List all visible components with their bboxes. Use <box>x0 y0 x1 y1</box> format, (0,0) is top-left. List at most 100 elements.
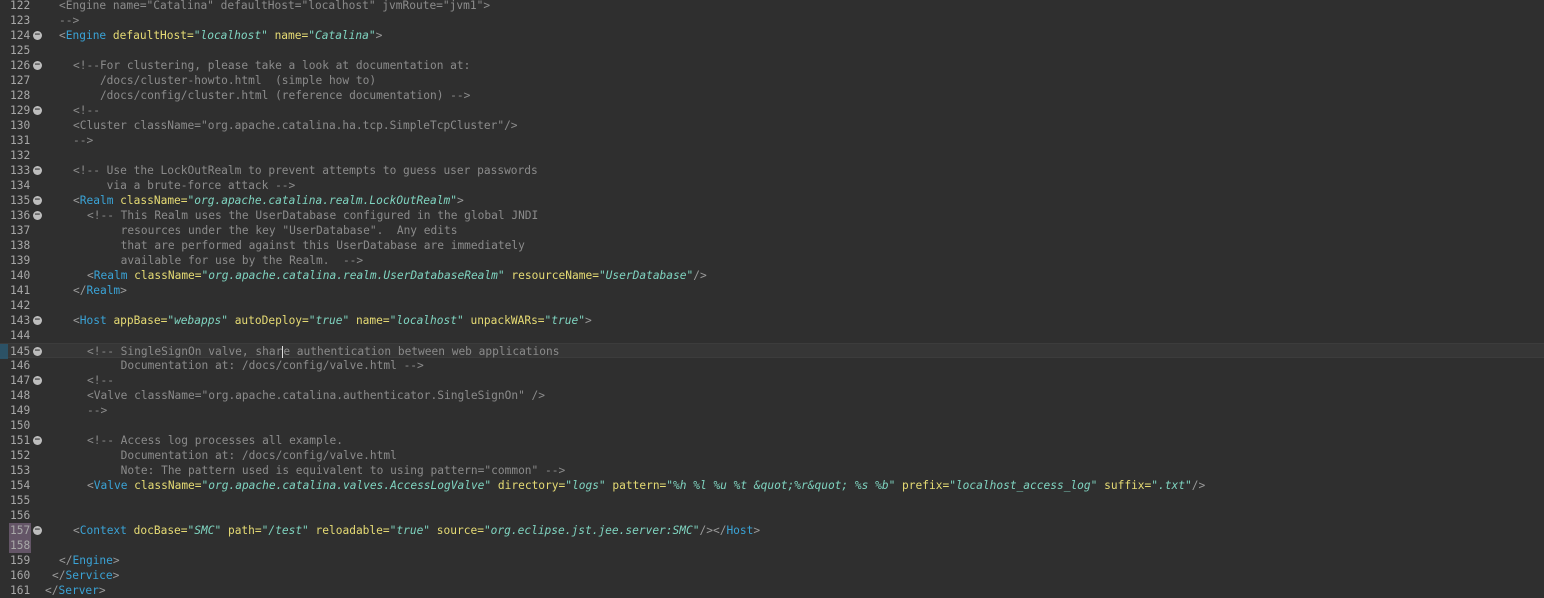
code-text[interactable]: --> <box>87 403 107 418</box>
code-line[interactable]: 130 <Cluster className="org.apache.catali… <box>0 118 1544 133</box>
code-line[interactable]: 157− <Context docBase="SMC" path="/test" … <box>0 523 1544 538</box>
fold-collapse-icon[interactable]: − <box>33 526 42 535</box>
code-line[interactable]: 161 </Server> <box>0 583 1544 598</box>
code-line[interactable]: 152 Documentation at: /docs/config/valve… <box>0 448 1544 463</box>
code-text[interactable]: <!-- <box>87 373 114 388</box>
code-line[interactable]: 160 </Service> <box>0 568 1544 583</box>
code-line[interactable]: 142 <box>0 298 1544 313</box>
code-token: > <box>375 29 383 42</box>
line-number: 141 <box>10 284 31 297</box>
code-text[interactable]: <Host appBase="webapps" autoDeploy="true… <box>73 313 592 328</box>
code-text[interactable]: resources under the key "UserDatabase". … <box>87 223 458 238</box>
line-gutter: 134 <box>0 178 44 193</box>
code-line[interactable]: 156 <box>0 508 1544 523</box>
line-number: 132 <box>10 149 31 162</box>
code-line[interactable]: 133− <!-- Use the LockOutRealm to prevent… <box>0 163 1544 178</box>
fold-collapse-icon[interactable]: − <box>33 31 42 40</box>
code-text[interactable]: available for use by the Realm. --> <box>87 253 363 268</box>
code-token: Realm <box>86 284 121 297</box>
code-text[interactable]: <Realm className="org.apache.catalina.re… <box>87 268 707 283</box>
fold-collapse-icon[interactable]: − <box>33 106 42 115</box>
code-line[interactable]: 144 <box>0 328 1544 343</box>
line-gutter: 146 <box>0 358 44 373</box>
code-text[interactable]: <!--For clustering, please take a look a… <box>73 58 470 73</box>
code-line[interactable]: 141 </Realm> <box>0 283 1544 298</box>
line-number: 123 <box>10 14 31 27</box>
code-line[interactable]: 137 resources under the key "UserDatabas… <box>0 223 1544 238</box>
code-text[interactable]: <!-- <box>73 103 100 118</box>
fold-collapse-icon[interactable]: − <box>33 166 42 175</box>
line-number: 154 <box>10 479 31 492</box>
code-text[interactable]: </Realm> <box>73 283 127 298</box>
code-line[interactable]: 139 available for use by the Realm. --> <box>0 253 1544 268</box>
code-line[interactable]: 122 <Engine name="Catalina" defaultHost="… <box>0 0 1544 13</box>
fold-collapse-icon[interactable]: − <box>33 376 42 385</box>
code-line[interactable]: 125 <box>0 43 1544 58</box>
code-line[interactable]: 129− <!-- <box>0 103 1544 118</box>
code-line[interactable]: 140 <Realm className="org.apache.catalina… <box>0 268 1544 283</box>
code-line[interactable]: 159 </Engine> <box>0 553 1544 568</box>
code-token: via a brute-force attack --> <box>73 179 296 192</box>
fold-collapse-icon[interactable]: − <box>33 316 42 325</box>
code-text[interactable]: <Cluster className="org.apache.catalina.… <box>73 118 518 133</box>
code-line[interactable]: 155 <box>0 493 1544 508</box>
fold-collapse-icon[interactable]: − <box>33 211 42 220</box>
code-text[interactable]: <Realm className="org.apache.catalina.re… <box>73 193 464 208</box>
code-line[interactable]: 135− <Realm className="org.apache.catalin… <box>0 193 1544 208</box>
code-text[interactable]: <!-- SingleSignOn valve, share authentic… <box>87 344 559 359</box>
code-line[interactable]: 146 Documentation at: /docs/config/valve… <box>0 358 1544 373</box>
code-line[interactable]: 127 /docs/cluster-howto.html (simple how… <box>0 73 1544 88</box>
code-text[interactable]: <Engine defaultHost="localhost" name="Ca… <box>59 28 382 43</box>
code-text[interactable]: <Engine name="Catalina" defaultHost="loc… <box>59 0 490 13</box>
fold-collapse-icon[interactable]: − <box>33 436 42 445</box>
code-text[interactable]: Documentation at: /docs/config/valve.htm… <box>87 448 397 463</box>
code-editor[interactable]: 122 <Engine name="Catalina" defaultHost="… <box>0 0 1544 597</box>
code-text[interactable]: --> <box>59 13 79 28</box>
code-text[interactable]: that are performed against this UserData… <box>87 238 525 253</box>
code-line[interactable]: 126− <!--For clustering, please take a lo… <box>0 58 1544 73</box>
code-line[interactable]: 134 via a brute-force attack --> <box>0 178 1544 193</box>
code-line[interactable]: 124− <Engine defaultHost="localhost" name… <box>0 28 1544 43</box>
code-token: "org.eclipse.jst.jee.server:SMC" <box>483 524 700 537</box>
code-token: "org.apache.catalina.valves.AccessLogVal… <box>201 479 492 492</box>
code-line[interactable]: 138 that are performed against this User… <box>0 238 1544 253</box>
code-line[interactable]: 148 <Valve className="org.apache.catalina… <box>0 388 1544 403</box>
code-text[interactable]: </Server> <box>45 583 106 598</box>
code-line[interactable]: 143− <Host appBase="webapps" autoDeploy="… <box>0 313 1544 328</box>
code-line[interactable]: 154 <Valve className="org.apache.catalina… <box>0 478 1544 493</box>
code-text[interactable]: </Service> <box>52 568 119 583</box>
code-text[interactable]: --> <box>73 133 93 148</box>
code-text[interactable]: /docs/cluster-howto.html (simple how to) <box>73 73 376 88</box>
code-text[interactable]: via a brute-force attack --> <box>73 178 296 193</box>
code-text[interactable]: Documentation at: /docs/config/valve.htm… <box>87 358 424 373</box>
code-text[interactable]: <!-- Access log processes all example. <box>87 433 343 448</box>
code-text[interactable]: <Valve className="org.apache.catalina.va… <box>87 478 1205 493</box>
code-line[interactable]: 158 <box>0 538 1544 553</box>
code-line[interactable]: 123 --> <box>0 13 1544 28</box>
code-line[interactable]: 136− <!-- This Realm uses the UserDatabas… <box>0 208 1544 223</box>
code-text[interactable]: <Context docBase="SMC" path="/test" relo… <box>73 523 760 538</box>
code-line[interactable]: 145− <!-- SingleSignOn valve, share authe… <box>0 343 1544 359</box>
code-token: "org.apache.catalina.realm.UserDatabaseR… <box>201 269 505 282</box>
line-number: 149 <box>10 404 31 417</box>
code-line[interactable]: 147− <!-- <box>0 373 1544 388</box>
fold-collapse-icon[interactable]: − <box>33 61 42 70</box>
code-text[interactable]: /docs/config/cluster.html (reference doc… <box>73 88 470 103</box>
code-text[interactable]: <Valve className="org.apache.catalina.au… <box>87 388 545 403</box>
line-number: 148 <box>10 389 31 402</box>
code-token: resourceName= <box>504 269 599 282</box>
code-line[interactable]: 151− <!-- Access log processes all exampl… <box>0 433 1544 448</box>
code-text[interactable]: <!-- Use the LockOutRealm to prevent att… <box>73 163 538 178</box>
code-line[interactable]: 150 <box>0 418 1544 433</box>
code-line[interactable]: 132 <box>0 148 1544 163</box>
code-line[interactable]: 131 --> <box>0 133 1544 148</box>
code-text[interactable]: <!-- This Realm uses the UserDatabase co… <box>87 208 538 223</box>
code-text[interactable]: Note: The pattern used is equivalent to … <box>87 463 566 478</box>
line-number: 153 <box>10 464 31 477</box>
fold-collapse-icon[interactable]: − <box>33 196 42 205</box>
code-text[interactable]: </Engine> <box>59 553 120 568</box>
fold-collapse-icon[interactable]: − <box>33 347 42 356</box>
code-line[interactable]: 149 --> <box>0 403 1544 418</box>
code-line[interactable]: 153 Note: The pattern used is equivalent… <box>0 463 1544 478</box>
code-line[interactable]: 128 /docs/config/cluster.html (reference… <box>0 88 1544 103</box>
